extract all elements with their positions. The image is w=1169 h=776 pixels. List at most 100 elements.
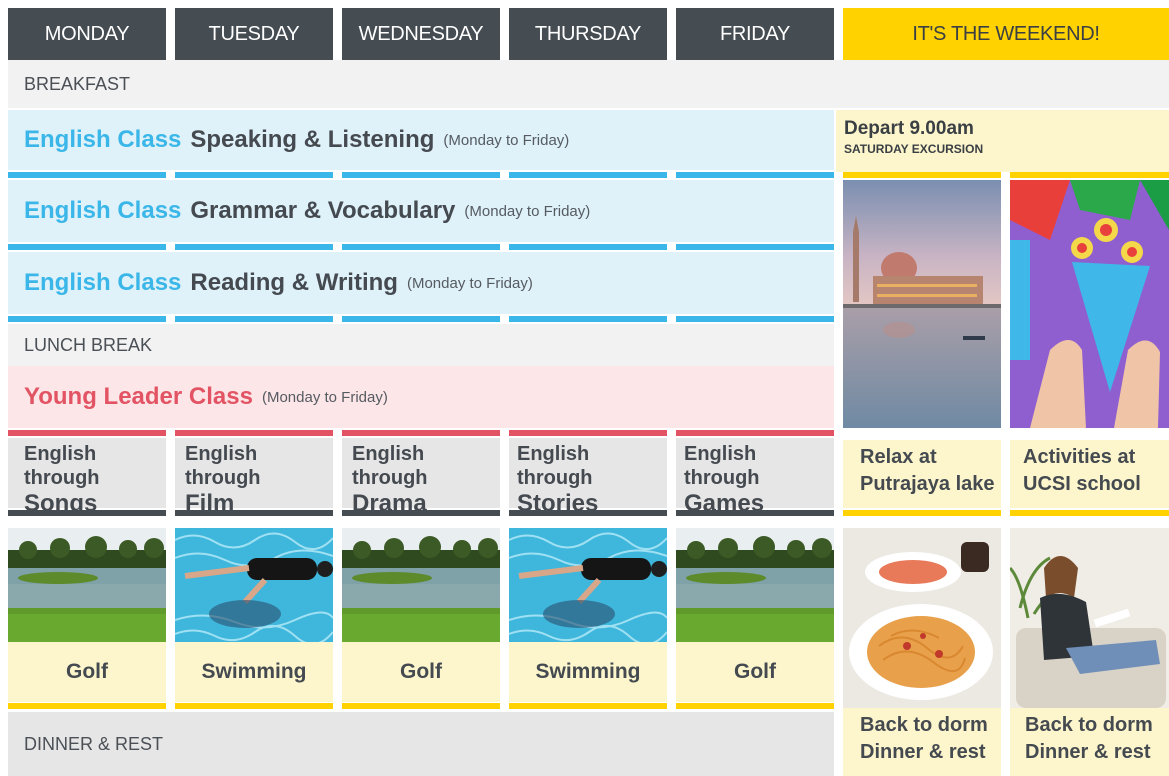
- depart-time: Depart 9.00am: [844, 118, 974, 139]
- golf-photo: [676, 528, 834, 642]
- saturday-excursion: Depart 9.00am SATURDAY EXCURSION: [836, 110, 1169, 172]
- young-leader-row: Young Leader Class (Monday to Friday): [8, 366, 834, 428]
- excursion-label: SATURDAY EXCURSION: [844, 142, 984, 156]
- evening-line2: Dinner & rest: [860, 741, 986, 763]
- dinner-label: DINNER & REST: [24, 733, 164, 754]
- day-bar: [8, 510, 166, 516]
- evening-line1: Back to dorm: [1025, 714, 1153, 736]
- evening-line1: Back to dorm: [860, 714, 988, 736]
- theme-cell-songs: English through Songs: [8, 438, 166, 517]
- evening-line2: Dinner & rest: [1025, 741, 1151, 763]
- header-monday: MONDAY: [8, 8, 166, 60]
- day-bar: [676, 244, 834, 250]
- activity-line1: Activities at: [1023, 446, 1136, 468]
- day-bar: [175, 510, 333, 516]
- day-bar: [342, 430, 500, 436]
- theme-top: English through: [517, 443, 593, 489]
- day-bar: [509, 316, 667, 322]
- theme-top: English through: [352, 443, 428, 489]
- class-prefix: English Class: [24, 126, 182, 153]
- day-bar: [509, 430, 667, 436]
- day-bar: [509, 172, 667, 178]
- golf-photo: [342, 528, 500, 642]
- sport-label: Swimming: [509, 642, 667, 702]
- day-bar: [8, 244, 166, 250]
- weekend-evening-sunday: Back to dorm Dinner & rest: [1010, 708, 1169, 776]
- day-bar: [342, 172, 500, 178]
- weekend-bar: [1010, 172, 1169, 178]
- class-note: (Monday to Friday): [464, 202, 591, 220]
- english-class-row: English Class Grammar & Vocabulary (Mond…: [8, 180, 834, 242]
- theme-cell-stories: English through Stories: [509, 438, 667, 517]
- header-tuesday: TUESDAY: [175, 8, 333, 60]
- day-bar: [175, 244, 333, 250]
- day-bar: [342, 244, 500, 250]
- day-bar: [175, 316, 333, 322]
- header-thursday: THURSDAY: [509, 8, 667, 60]
- activity-line1: Relax at: [860, 446, 937, 468]
- class-prefix: English Class: [24, 269, 182, 296]
- sport-label: Golf: [676, 642, 834, 702]
- breakfast-band: BREAKFAST: [8, 60, 1169, 108]
- class-prefix: English Class: [24, 197, 182, 224]
- weekend-bar: [1010, 510, 1169, 516]
- lunch-band: LUNCH BREAK: [8, 324, 834, 366]
- class-title: Reading & Writing: [190, 269, 398, 296]
- day-bar: [509, 510, 667, 516]
- weekend-activity-ucsi: Activities at UCSI school: [1010, 440, 1169, 508]
- day-bar: [676, 510, 834, 516]
- day-bar: [676, 430, 834, 436]
- english-class-row: English Class Speaking & Listening (Mond…: [8, 110, 834, 170]
- class-title: Speaking & Listening: [190, 126, 435, 153]
- english-class-row: English Class Reading & Writing (Monday …: [8, 252, 834, 314]
- weekend-bar: [843, 172, 1001, 178]
- day-bar: [8, 430, 166, 436]
- reading-on-sofa-photo: [1010, 528, 1169, 708]
- day-bar: [175, 430, 333, 436]
- theme-top: English through: [684, 443, 760, 489]
- header-wednesday: WEDNESDAY: [342, 8, 500, 60]
- day-bar: [175, 172, 333, 178]
- day-bar: [676, 172, 834, 178]
- class-note: (Monday to Friday): [406, 274, 533, 292]
- day-bar: [8, 172, 166, 178]
- golf-photo: [8, 528, 166, 642]
- dinner-band: DINNER & REST: [8, 712, 834, 776]
- paper-craft-photo: [1010, 180, 1169, 428]
- sport-label: Golf: [342, 642, 500, 702]
- day-bar: [676, 703, 834, 709]
- day-bar: [509, 703, 667, 709]
- class-title: Grammar & Vocabulary: [190, 197, 456, 224]
- pasta-dinner-photo: [843, 528, 1001, 708]
- theme-cell-drama: English through Drama: [342, 438, 500, 517]
- header-friday: FRIDAY: [676, 8, 834, 60]
- activity-line2: Putrajaya lake: [860, 473, 995, 495]
- lunch-label: LUNCH BREAK: [24, 334, 153, 355]
- swimming-photo: [175, 528, 333, 642]
- breakfast-label: BREAKFAST: [24, 73, 131, 94]
- leader-note: (Monday to Friday): [261, 388, 388, 406]
- weekend-evening-saturday: Back to dorm Dinner & rest: [843, 708, 1001, 776]
- day-bar: [509, 244, 667, 250]
- sport-label: Swimming: [175, 642, 333, 702]
- putrajaya-lake-photo: [843, 180, 1001, 428]
- weekend-bar: [843, 510, 1001, 516]
- theme-top: English through: [185, 443, 261, 489]
- day-bar: [8, 703, 166, 709]
- day-bar: [676, 316, 834, 322]
- leader-title: Young Leader Class: [24, 383, 253, 410]
- sport-label: Golf: [8, 642, 166, 702]
- weekend-activity-putrajaya: Relax at Putrajaya lake: [843, 440, 1001, 508]
- day-bar: [342, 316, 500, 322]
- theme-cell-games: English through Games: [676, 438, 834, 517]
- theme-cell-film: English through Film: [175, 438, 333, 517]
- theme-top: English through: [24, 443, 100, 489]
- day-bar: [342, 510, 500, 516]
- day-bar: [342, 703, 500, 709]
- class-note: (Monday to Friday): [443, 131, 570, 149]
- activity-line2: UCSI school: [1023, 473, 1141, 495]
- header-weekend: IT'S THE WEEKEND!: [843, 8, 1169, 60]
- day-bar: [8, 316, 166, 322]
- swimming-photo: [509, 528, 667, 642]
- day-bar: [175, 703, 333, 709]
